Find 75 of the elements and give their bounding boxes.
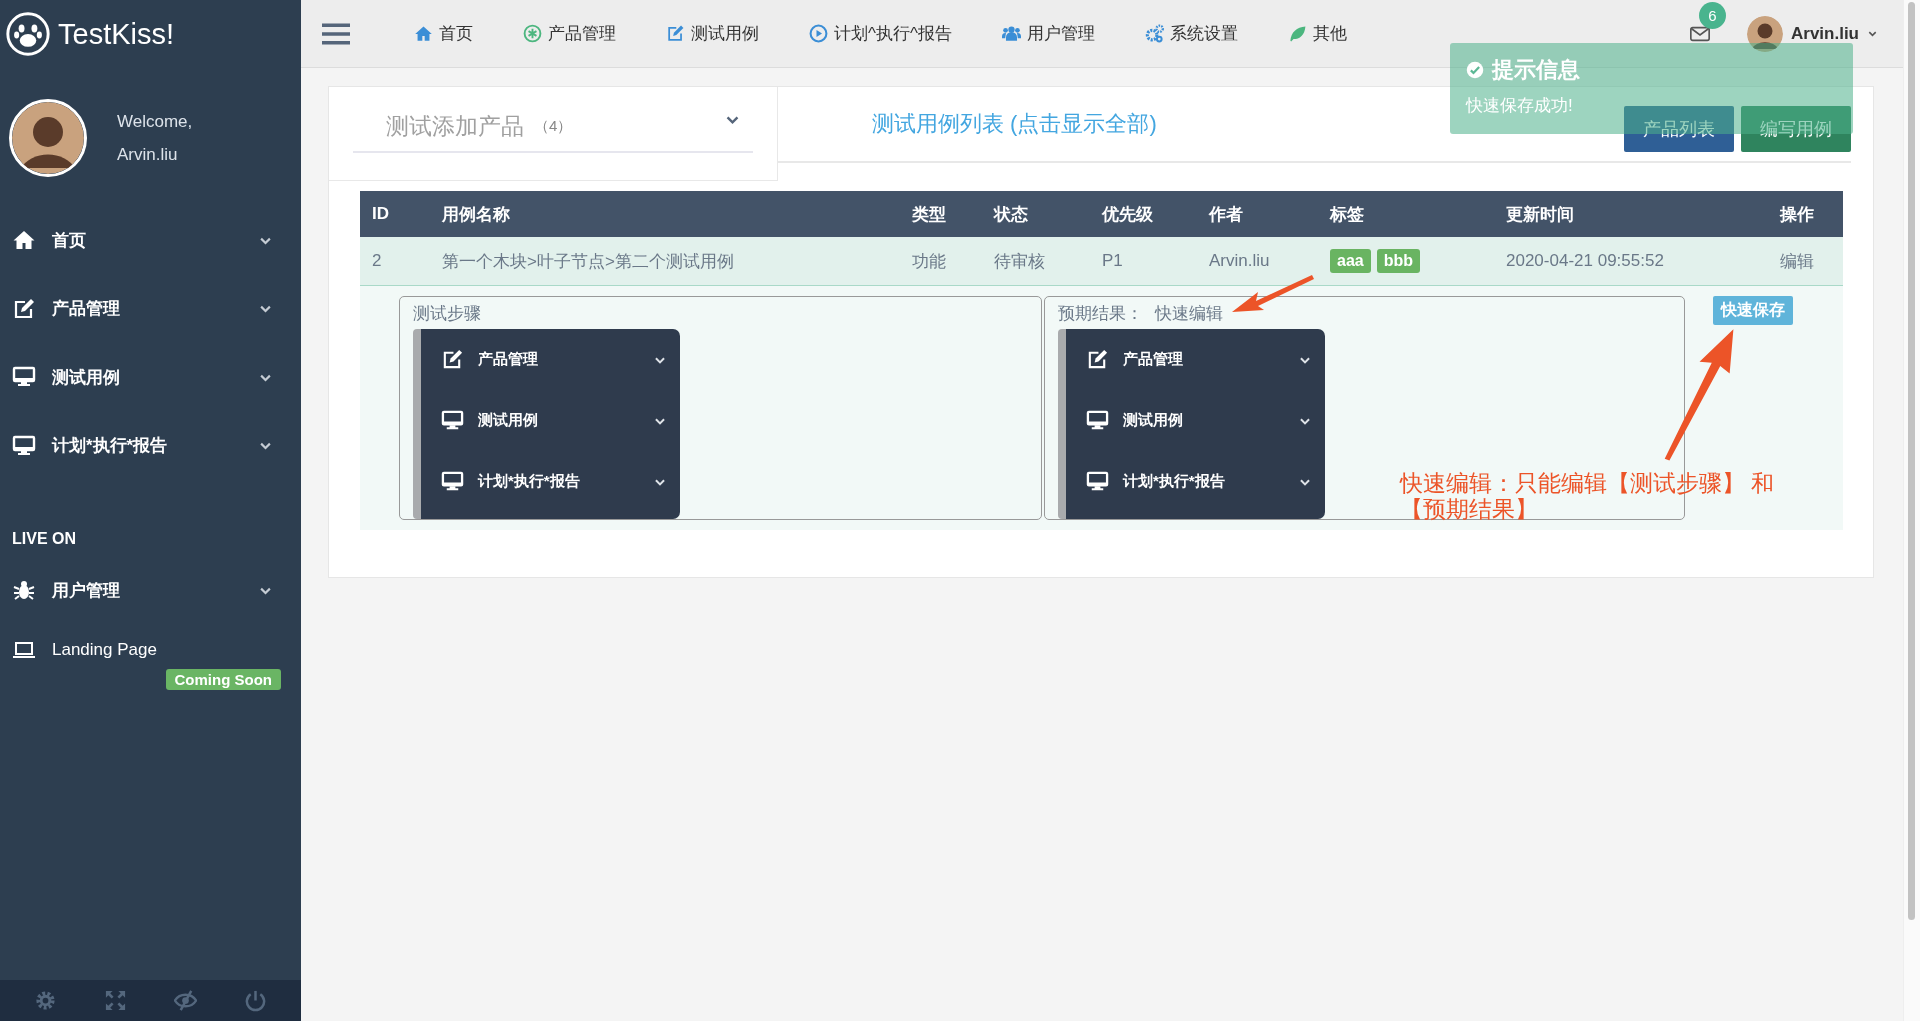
edit-icon <box>441 348 464 371</box>
field-hint: 快速编辑 <box>1155 303 1223 325</box>
nav-link[interactable]: 其他 <box>1287 22 1347 45</box>
tag: bbb <box>1376 249 1421 273</box>
power-icon[interactable] <box>244 989 268 1012</box>
nav-link[interactable]: 系统设置 <box>1144 22 1238 45</box>
column-header: 用例名称 <box>430 191 900 237</box>
notification-badge: 6 <box>1699 1 1726 29</box>
sidebar-item[interactable]: 首页 <box>0 206 301 275</box>
eye-slash-icon[interactable] <box>174 989 198 1012</box>
monitor-icon <box>12 433 36 458</box>
menu-item[interactable]: 测试用例 <box>1066 390 1325 451</box>
table-cell: 功能 <box>900 237 982 286</box>
edit-icon <box>666 24 685 43</box>
monitor-icon <box>1086 409 1109 432</box>
column-header: 更新时间 <box>1494 191 1768 237</box>
nav-link[interactable]: 首页 <box>414 22 473 45</box>
sidebar-item[interactable]: 计划*执行*报告 <box>0 411 301 480</box>
sidebar-item[interactable]: 用户管理 <box>0 556 301 625</box>
column-header: 作者 <box>1197 191 1318 237</box>
monitor-icon <box>441 470 464 493</box>
nav-link[interactable]: 用户管理 <box>1001 22 1095 45</box>
monitor-icon <box>1086 470 1109 493</box>
field-label: 预期结果： <box>1058 303 1143 325</box>
column-header: 标签 <box>1318 191 1494 237</box>
home-icon <box>414 24 433 43</box>
welcome-text: Welcome, <box>117 111 193 132</box>
field-label: 测试步骤 <box>413 303 481 325</box>
check-icon <box>1466 61 1484 79</box>
column-header: 类型 <box>900 191 982 237</box>
table-cell: 待审核 <box>982 237 1090 286</box>
sidebar-item[interactable]: 测试用例 <box>0 343 301 412</box>
avatar <box>1747 15 1783 52</box>
asterisk-icon <box>523 24 542 43</box>
bug-icon <box>12 578 36 603</box>
table-cell: 2 <box>360 237 430 286</box>
nav-link[interactable]: 测试用例 <box>666 22 759 45</box>
table-cell: Arvin.liu <box>1197 237 1318 286</box>
menu-item[interactable]: 计划*执行*报告 <box>421 451 680 512</box>
gears-icon <box>1144 24 1164 43</box>
play-icon <box>809 24 828 43</box>
column-header: 状态 <box>982 191 1090 237</box>
menu-item[interactable]: 产品管理 <box>421 329 680 390</box>
paw-icon <box>6 12 50 56</box>
menu-item[interactable]: 产品管理 <box>1066 329 1325 390</box>
nav-link[interactable]: 产品管理 <box>523 22 616 45</box>
table-cell: 2020-04-21 09:55:52 <box>1494 237 1768 286</box>
app-logo-text: TestKiss! <box>58 17 175 51</box>
sidebar-item[interactable]: 产品管理 <box>0 274 301 343</box>
edit-link[interactable]: 编辑 <box>1768 237 1843 286</box>
nav-link[interactable]: 计划^执行^报告 <box>809 22 952 45</box>
menu-item[interactable]: 测试用例 <box>421 390 680 451</box>
leaf-icon <box>1287 24 1307 43</box>
user-menu[interactable]: Arvin.liu <box>1747 15 1878 52</box>
column-header: ID <box>360 191 430 237</box>
table-cell: P1 <box>1090 237 1197 286</box>
section-heading: LIVE ON <box>12 530 77 548</box>
annotation-text: 快速编辑：只能编辑【测试步骤】 和【预期结果】 <box>1400 470 1776 522</box>
edit-icon <box>1086 348 1109 371</box>
settings-icon[interactable] <box>33 989 57 1012</box>
column-header: 优先级 <box>1090 191 1197 237</box>
tag: aaa <box>1330 249 1371 273</box>
column-header: 操作 <box>1768 191 1843 237</box>
table-cell: 第一个木块>叶子节点>第二个测试用例 <box>430 237 900 286</box>
scrollbar[interactable] <box>1903 0 1920 1021</box>
coming-soon-badge: Coming Soon <box>165 668 281 690</box>
menu-item[interactable]: 计划*执行*报告 <box>1066 451 1325 512</box>
users-icon <box>1001 24 1021 43</box>
expand-icon[interactable] <box>103 989 127 1012</box>
edit-icon <box>12 296 36 321</box>
monitor-icon <box>441 409 464 432</box>
toast-title: 提示信息 <box>1492 56 1580 84</box>
toast-message: 快速保存成功! <box>1466 95 1574 117</box>
user-name: Arvin.liu <box>117 144 179 165</box>
product-dropdown[interactable]: 测试添加产品 （4） <box>353 101 753 153</box>
